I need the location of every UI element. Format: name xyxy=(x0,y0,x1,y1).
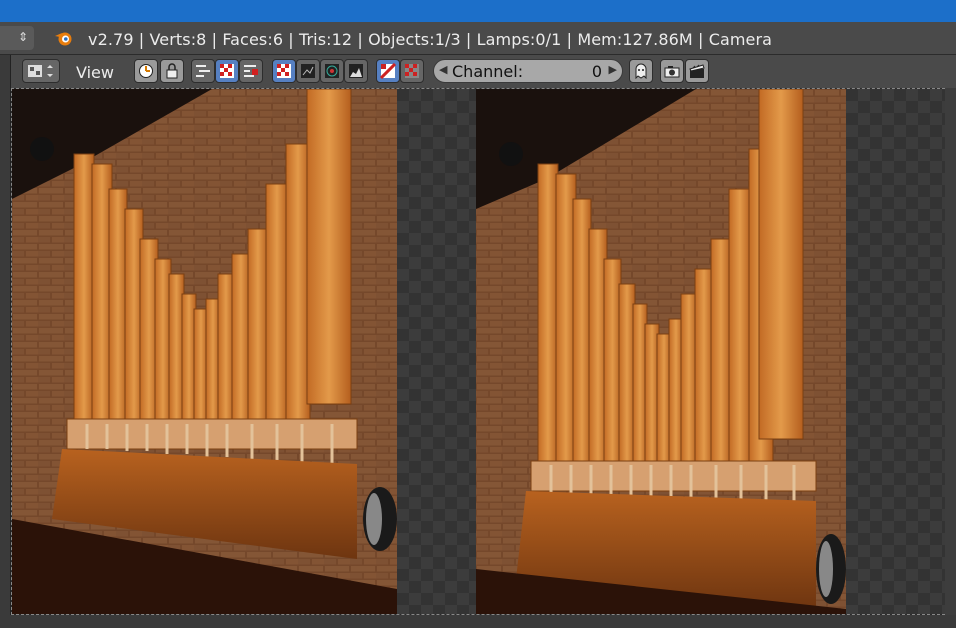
blender-logo-icon xyxy=(55,32,72,46)
both-views-icon xyxy=(244,65,258,77)
editor-type-button[interactable] xyxy=(22,59,60,83)
scene-statistics: v2.79 | Verts:8 | Faces:6 | Tris:12 | Ob… xyxy=(88,30,773,49)
vectorscope-button[interactable] xyxy=(320,59,344,83)
clock-toggle[interactable] xyxy=(134,59,158,83)
chevron-right-icon[interactable]: ▶ xyxy=(609,63,617,76)
overlay-toggle[interactable] xyxy=(376,59,400,83)
preview-image-left xyxy=(12,89,397,614)
waveform-button[interactable] xyxy=(296,59,320,83)
channel-label: Channel: xyxy=(452,62,524,81)
histogram-button[interactable] xyxy=(344,59,368,83)
vectorscope-icon xyxy=(325,64,339,78)
info-header: ⇕ v2.79 | Verts:8 | Faces:6 | Tris:12 | … xyxy=(0,22,956,55)
ghost-toggle[interactable] xyxy=(629,59,653,83)
render-animation-button[interactable] xyxy=(685,59,709,83)
ghost-icon xyxy=(635,63,647,79)
checker-display-icon xyxy=(277,64,291,78)
clapper-render-icon xyxy=(689,64,705,78)
channel-field[interactable]: ◀ Channel: 0 ▶ xyxy=(433,59,623,83)
backdrop-icon xyxy=(405,64,419,78)
chevron-left-icon[interactable]: ◀ xyxy=(439,63,447,76)
waveform-icon xyxy=(301,64,315,78)
render-still-button[interactable] xyxy=(660,59,684,83)
editor-menu-stub[interactable]: ⇕ xyxy=(0,26,34,50)
organ-pipes-photo-right xyxy=(476,89,846,614)
channel-value: 0 xyxy=(591,62,602,81)
backdrop-toggle[interactable] xyxy=(400,59,424,83)
window-title-bar xyxy=(0,0,956,22)
lock-toggle[interactable] xyxy=(160,59,184,83)
view-menu[interactable]: View xyxy=(76,63,114,82)
both-views-button[interactable] xyxy=(239,59,263,83)
image-display-button[interactable] xyxy=(272,59,296,83)
clock-icon xyxy=(139,64,153,78)
left-region-edge[interactable] xyxy=(0,55,11,628)
organ-pipes-photo-left xyxy=(12,89,397,614)
preview-image-right xyxy=(476,89,846,614)
sequencer-header: View ◀ Channel: 0 ▶ xyxy=(0,55,956,89)
preview-view-icon xyxy=(220,64,234,78)
checker-gap-right xyxy=(846,89,946,614)
sequencer-view-icon xyxy=(196,65,210,77)
preview-view-button[interactable] xyxy=(215,59,239,83)
camera-render-icon xyxy=(664,66,680,78)
checker-gap-center xyxy=(397,89,476,614)
right-region-edge[interactable] xyxy=(945,88,956,615)
histogram-icon xyxy=(349,64,363,78)
lock-icon xyxy=(166,63,178,79)
sequencer-view-button[interactable] xyxy=(191,59,215,83)
overlay-icon xyxy=(380,63,396,79)
updown-arrow-icon: ⇕ xyxy=(17,30,28,44)
preview-viewport[interactable] xyxy=(11,88,946,615)
editor-type-icon xyxy=(28,65,53,77)
bottom-region-edge xyxy=(0,615,956,628)
